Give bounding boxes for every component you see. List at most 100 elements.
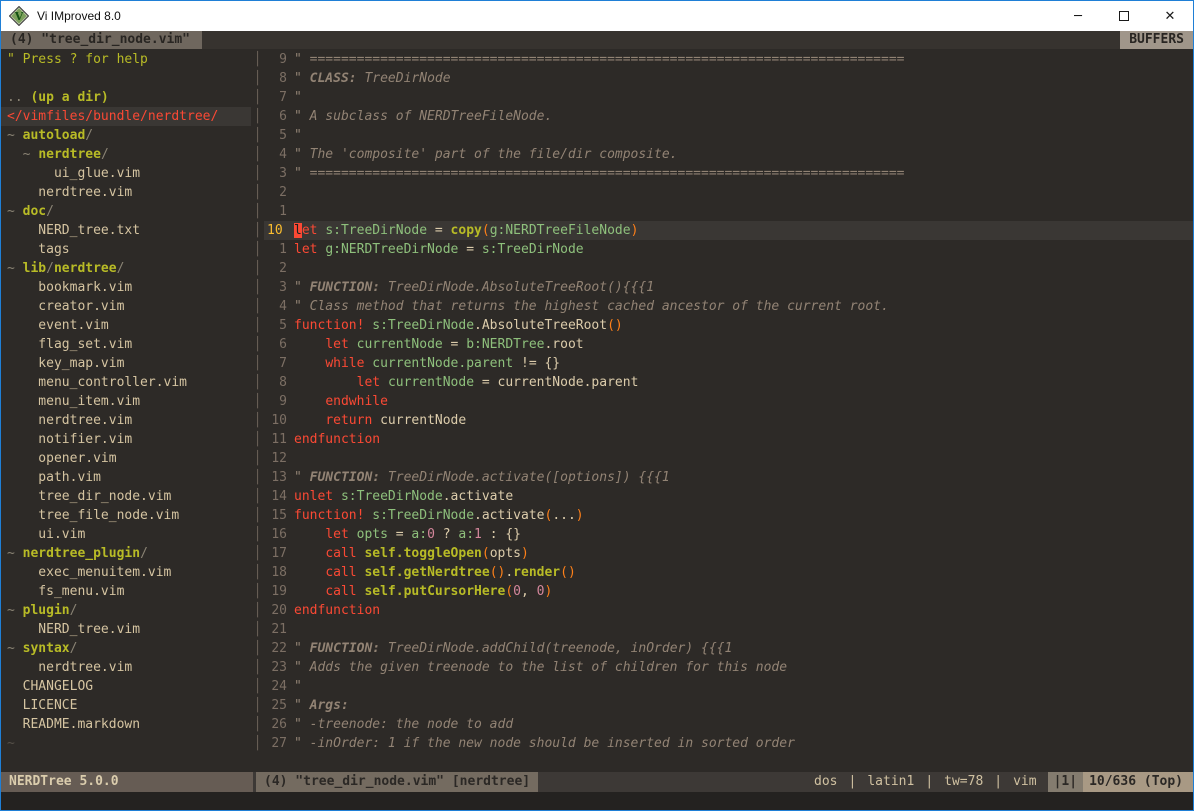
- code-line[interactable]: 24": [264, 677, 1193, 696]
- separator-bar: │: [251, 50, 264, 69]
- line-number: 6: [264, 335, 294, 354]
- close-button[interactable]: ✕: [1147, 1, 1193, 31]
- code-line[interactable]: 14unlet s:TreeDirNode.activate: [264, 487, 1193, 506]
- token-c: " -treenode: the node to add: [294, 717, 513, 732]
- code-line[interactable]: 5function! s:TreeDirNode.AbsoluteTreeRoo…: [264, 316, 1193, 335]
- code-line[interactable]: 1let g:NERDTreeDirNode = s:TreeDirNode: [264, 240, 1193, 259]
- code-line[interactable]: 6" A subclass of NERDTreeFileNode.: [264, 107, 1193, 126]
- token-p: [294, 356, 325, 371]
- code-text: let currentNode = b:NERDTree.root: [294, 335, 584, 354]
- tree-file-menu-item[interactable]: menu_item.vim: [1, 392, 251, 411]
- code-line[interactable]: 2: [264, 259, 1193, 278]
- code-line[interactable]: 12: [264, 449, 1193, 468]
- code-line[interactable]: 7 while currentNode.parent != {}: [264, 354, 1193, 373]
- code-line[interactable]: 22" FUNCTION: TreeDirNode.addChild(treen…: [264, 639, 1193, 658]
- tree-file-nerd-tree-vim[interactable]: NERD_tree.vim: [1, 620, 251, 639]
- tree-up-dir[interactable]: .. (up a dir): [1, 88, 251, 107]
- tree-file-nerdtree-lib[interactable]: nerdtree.vim: [1, 411, 251, 430]
- code-line[interactable]: 3" =====================================…: [264, 164, 1193, 183]
- tree-file-tree-dir-node[interactable]: tree_dir_node.vim: [1, 487, 251, 506]
- tree-dir-doc[interactable]: ~ doc/: [1, 202, 251, 221]
- minimize-button[interactable]: ─: [1055, 1, 1101, 31]
- tree-file-exec-menuitem[interactable]: exec_menuitem.vim: [1, 563, 251, 582]
- code-line[interactable]: 26" -treenode: the node to add: [264, 715, 1193, 734]
- tree-file-key-map[interactable]: key_map.vim: [1, 354, 251, 373]
- tree-file-changelog[interactable]: CHANGELOG: [1, 677, 251, 696]
- code-line[interactable]: 1: [264, 202, 1193, 221]
- code-line[interactable]: 6 let currentNode = b:NERDTree.root: [264, 335, 1193, 354]
- code-line[interactable]: 3" FUNCTION: TreeDirNode.AbsoluteTreeRoo…: [264, 278, 1193, 297]
- code-line[interactable]: 27" -inOrder: 1 if the new node should b…: [264, 734, 1193, 753]
- tree-dir-syntax[interactable]: ~ syntax/: [1, 639, 251, 658]
- token-o: (: [482, 223, 490, 238]
- code-line[interactable]: 23" Adds the given treenode to the list …: [264, 658, 1193, 677]
- tree-file-fs-menu[interactable]: fs_menu.vim: [1, 582, 251, 601]
- code-line[interactable]: 8 let currentNode = currentNode.parent: [264, 373, 1193, 392]
- tree-file-event[interactable]: event.vim: [1, 316, 251, 335]
- tree-file-nerd-tree-txt[interactable]: NERD_tree.txt: [1, 221, 251, 240]
- tree-file-readme[interactable]: README.markdown: [1, 715, 251, 734]
- code-line[interactable]: 4" The 'composite' part of the file/dir …: [264, 145, 1193, 164]
- code-line[interactable]: 13" FUNCTION: TreeDirNode.activate([opti…: [264, 468, 1193, 487]
- tree-blank[interactable]: [1, 69, 251, 88]
- code-line[interactable]: 5": [264, 126, 1193, 145]
- tree-file-tags[interactable]: tags: [1, 240, 251, 259]
- code-line[interactable]: 17 call self.toggleOpen(opts): [264, 544, 1193, 563]
- token-cb: FUNCTION:: [310, 641, 380, 656]
- maximize-button[interactable]: [1101, 1, 1147, 31]
- window-title: Vi IMproved 8.0: [37, 9, 121, 23]
- tree-dir-lib-nerdtree[interactable]: ~ lib/nerdtree/: [1, 259, 251, 278]
- code-line[interactable]: 7": [264, 88, 1193, 107]
- tree-dir-nerdtree-plugin[interactable]: ~ nerdtree_plugin/: [1, 544, 251, 563]
- tree-file-notifier[interactable]: notifier.vim: [1, 430, 251, 449]
- token-fi: menu_controller.vim: [7, 375, 187, 390]
- tab-tree-dir-node[interactable]: (4) "tree_dir_node.vim": [1, 31, 202, 49]
- tree-file-opener[interactable]: opener.vim: [1, 449, 251, 468]
- code-line[interactable]: 10 return currentNode: [264, 411, 1193, 430]
- code-line-current[interactable]: 10let s:TreeDirNode = copy(g:NERDTreeFil…: [264, 221, 1193, 240]
- code-line[interactable]: 25" Args:: [264, 696, 1193, 715]
- code-line[interactable]: 9 endwhile: [264, 392, 1193, 411]
- token-c: " The 'composite' part of the file/dir c…: [294, 147, 678, 162]
- code-line[interactable]: 16 let opts = a:0 ? a:1 : {}: [264, 525, 1193, 544]
- tree-file-licence[interactable]: LICENCE: [1, 696, 251, 715]
- tree-file-menu-controller[interactable]: menu_controller.vim: [1, 373, 251, 392]
- tree-file-nerdtree-vim[interactable]: nerdtree.vim: [1, 183, 251, 202]
- tree-help-line[interactable]: " Press ? for help: [1, 50, 251, 69]
- tree-file-bookmark[interactable]: bookmark.vim: [1, 278, 251, 297]
- code-line[interactable]: 21: [264, 620, 1193, 639]
- token-c: ": [294, 71, 310, 86]
- code-text: ": [294, 88, 302, 107]
- code-line[interactable]: 18 call self.getNerdtree().render(): [264, 563, 1193, 582]
- tree-dir-autoload-nerdtree[interactable]: ~ nerdtree/: [1, 145, 251, 164]
- token-v: g:NERDTreeDirNode: [325, 242, 458, 257]
- tree-dir-plugin[interactable]: ~ plugin/: [1, 601, 251, 620]
- code-line[interactable]: 8" CLASS: TreeDirNode: [264, 69, 1193, 88]
- code-line[interactable]: 4" Class method that returns the highest…: [264, 297, 1193, 316]
- tree-file-tree-file-node[interactable]: tree_file_node.vim: [1, 506, 251, 525]
- code-line[interactable]: 9" =====================================…: [264, 50, 1193, 69]
- code-line[interactable]: 11endfunction: [264, 430, 1193, 449]
- token-p: [294, 337, 325, 352]
- tree-dir-autoload[interactable]: ~ autoload/: [1, 126, 251, 145]
- token-g: ~: [7, 261, 23, 276]
- code-line[interactable]: 2: [264, 183, 1193, 202]
- statusline-separator: |: [925, 772, 933, 792]
- editor-pane: 9" =====================================…: [264, 49, 1193, 772]
- code-line[interactable]: 19 call self.putCursorHere(0, 0): [264, 582, 1193, 601]
- tree-file-ui-glue[interactable]: ui_glue.vim: [1, 164, 251, 183]
- tree-file-flag-set[interactable]: flag_set.vim: [1, 335, 251, 354]
- tree-file-nerdtree-syntax[interactable]: nerdtree.vim: [1, 658, 251, 677]
- tree-end-of-buffer[interactable]: ~: [1, 734, 251, 753]
- line-number: 20: [264, 601, 294, 620]
- tree-root-path[interactable]: </vimfiles/bundle/nerdtree/: [1, 107, 251, 126]
- token-p: [349, 337, 357, 352]
- window-split-separator[interactable]: │││││││││││││││││││││││││││││││││││││: [251, 49, 264, 772]
- code-text: call self.putCursorHere(0, 0): [294, 582, 552, 601]
- code-line[interactable]: 15function! s:TreeDirNode.activate(...): [264, 506, 1193, 525]
- tree-file-path[interactable]: path.vim: [1, 468, 251, 487]
- tree-file-ui[interactable]: ui.vim: [1, 525, 251, 544]
- tree-file-creator[interactable]: creator.vim: [1, 297, 251, 316]
- code-line[interactable]: 20endfunction: [264, 601, 1193, 620]
- token-v: a:: [458, 527, 474, 542]
